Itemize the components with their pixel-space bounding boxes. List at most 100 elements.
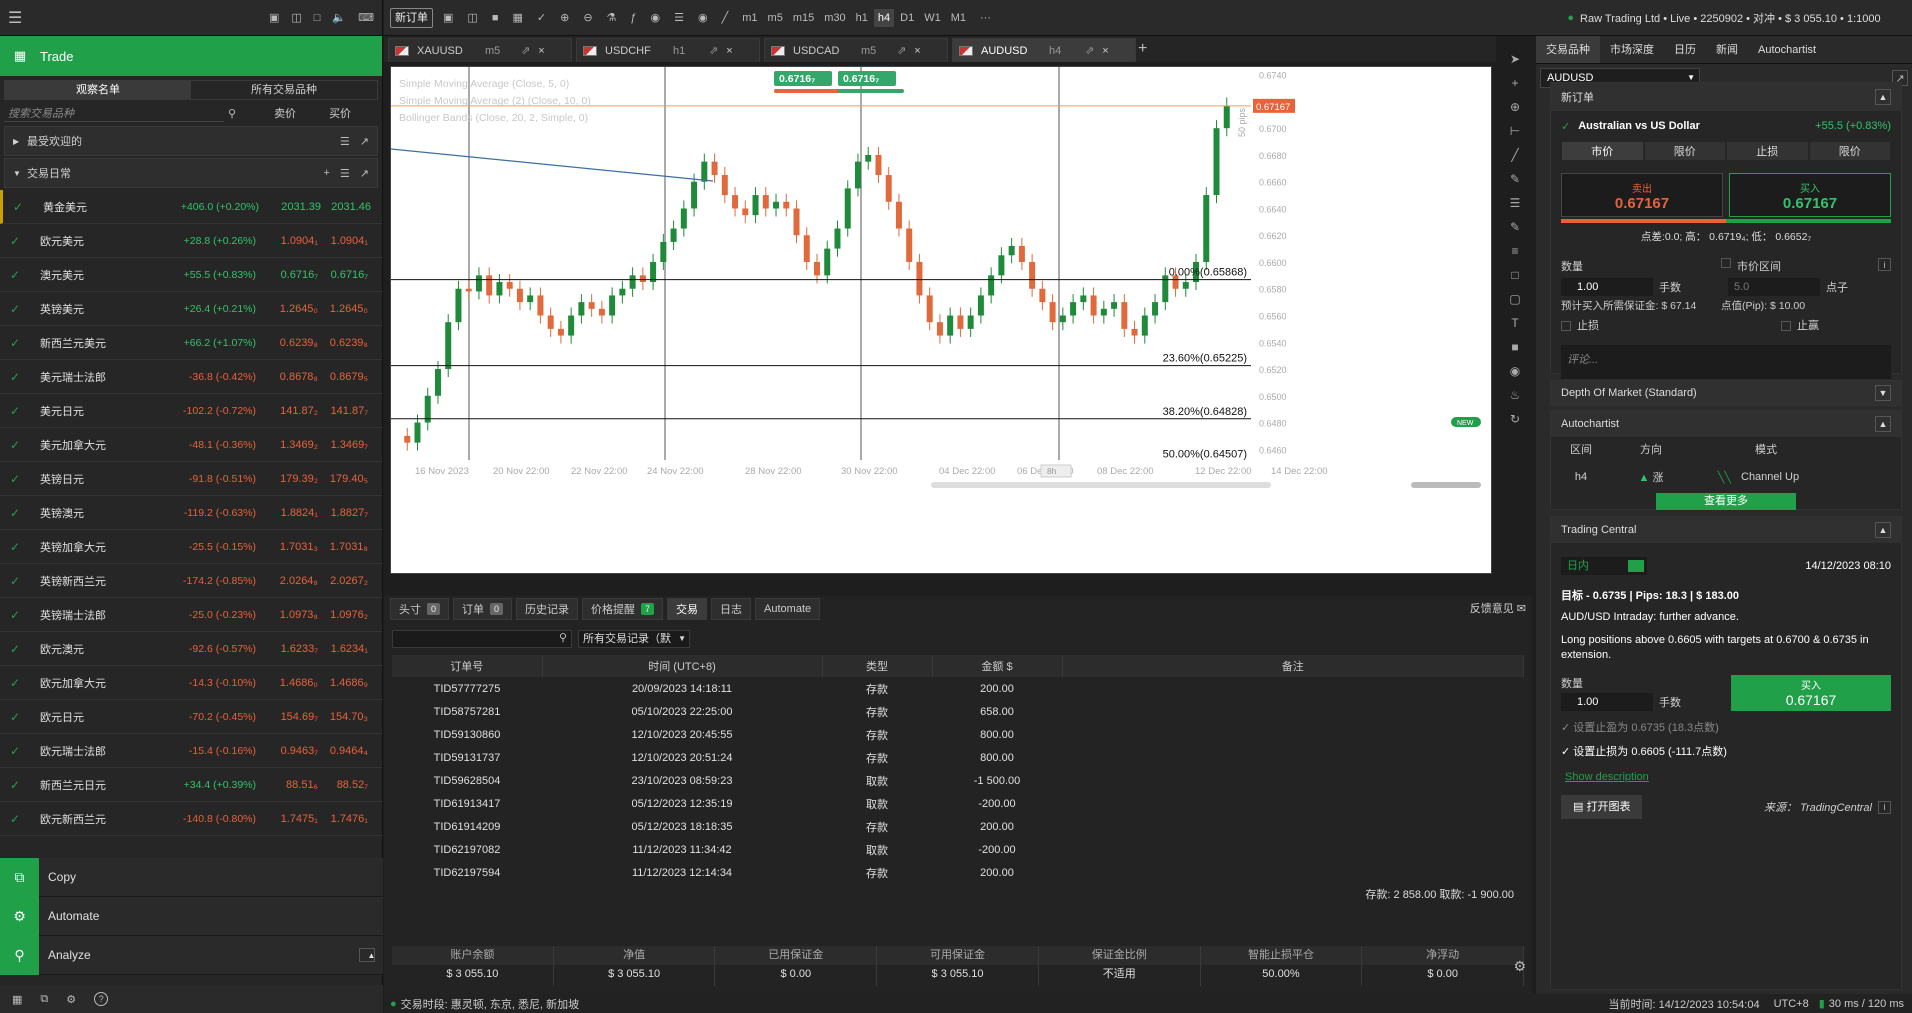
symbol-bid[interactable]: 179.39₂ [256, 473, 318, 485]
range-input[interactable]: 5.0 [1728, 278, 1820, 296]
check-icon[interactable]: ✓ [10, 540, 26, 554]
check-icon[interactable]: ✓ [10, 506, 26, 520]
table-row[interactable]: TID57777275 20/09/2023 14:18:11 存款 200.00 [392, 677, 1524, 700]
draw-icon[interactable]: ✓ [533, 9, 550, 27]
timeframe-m5[interactable]: m5 [764, 9, 787, 27]
info-icon[interactable]: i [1878, 258, 1891, 271]
chart-mode-icon[interactable]: ▣ [439, 9, 457, 27]
tab-timeframe[interactable]: h1 [673, 45, 701, 57]
brush-icon[interactable]: ✎ [1506, 218, 1524, 236]
trade-mode-icon[interactable]: ▦ [12, 993, 22, 1006]
symbol-ask[interactable]: 0.6716₇ [318, 269, 368, 281]
camera-icon[interactable]: ◉ [647, 9, 665, 27]
tab-all-symbols[interactable]: 所有交易品种 [191, 81, 377, 99]
symbol-ask[interactable]: 0.6239₈ [318, 337, 368, 349]
auto-row[interactable]: h4 ▲ 涨 ╲╲ Channel Up [1551, 469, 1901, 485]
indicator-label[interactable]: Simple Moving Average (Close, 5, 0) [399, 78, 569, 90]
check-icon[interactable]: ✓ [10, 472, 26, 486]
chart-tab-audusd[interactable]: AUDUSD h4 ⇗ × [952, 38, 1136, 62]
autochartist-header[interactable]: Autochartist ▲ [1551, 411, 1901, 437]
bottom-tab-3[interactable]: 价格提醒 7 [582, 598, 664, 620]
watchlist-row[interactable]: ✓ 黄金美元 +406.0 (+0.20%) 2031.39 2031.46 [0, 190, 382, 224]
watchlist-row[interactable]: ✓ 美元加拿大元 -48.1 (-0.36%) 1.3469₂ 1.3469₇ [0, 428, 382, 462]
symbol-ask[interactable]: 1.2645₀ [318, 303, 368, 315]
tc-period-toggle[interactable]: 日内 [1561, 557, 1647, 575]
bottom-tab-0[interactable]: 头寸 0 [390, 598, 450, 620]
help-icon[interactable]: ? [94, 992, 109, 1006]
tc-sl-row[interactable]: ✓ 设置止损为 0.6605 (-111.7点数) [1561, 743, 1891, 759]
table-row[interactable]: TID59131737 12/10/2023 20:51:24 存款 800.00 [392, 746, 1524, 769]
y-axis[interactable]: 0.67400.67200.67000.66800.66600.66400.66… [1237, 67, 1491, 460]
bottom-tab-5[interactable]: 日志 [711, 598, 752, 620]
symbol-ask[interactable]: 179.40₅ [318, 473, 368, 485]
menu-icon[interactable]: ☰ [8, 8, 22, 28]
symbol-bid[interactable]: 1.7031₃ [256, 541, 318, 553]
alert-icon[interactable]: ♨ [1506, 386, 1524, 404]
symbol-bid[interactable]: 1.0973₈ [256, 609, 318, 621]
indicator-label[interactable]: Simple Moving Average (2) (Close, 10, 0) [399, 95, 591, 107]
symbol-bid[interactable]: 0.6716₇ [256, 269, 318, 281]
symbol-ask[interactable]: 1.6234₁ [318, 643, 368, 655]
popout-icon[interactable]: ↗ [360, 167, 369, 180]
watchlist-row[interactable]: ✓ 欧元澳元 -92.6 (-0.57%) 1.6233₇ 1.6234₁ [0, 632, 382, 666]
tc-header[interactable]: Trading Central ▲ [1551, 517, 1901, 543]
search-icon[interactable]: ⚲ [228, 107, 236, 120]
check-icon[interactable]: ✓ [10, 676, 26, 690]
indicator-icon[interactable]: ƒ [626, 9, 640, 27]
symbol-ask[interactable]: 1.8827₇ [318, 507, 368, 519]
layout-icon[interactable]: ◫ [291, 11, 301, 24]
tab-watchlist[interactable]: 观察名单 [5, 81, 191, 99]
list-icon[interactable]: ☰ [340, 167, 350, 180]
dom-card[interactable]: Depth Of Market (Standard) ▼ [1550, 380, 1902, 406]
close-icon[interactable]: × [538, 45, 544, 57]
watchlist-row[interactable]: ✓ 美元瑞士法郎 -36.8 (-0.42%) 0.8678₈ 0.8679₅ [0, 360, 382, 394]
cursor-icon[interactable]: ➤ [1506, 50, 1524, 68]
watchlist-row[interactable]: ✓ 欧元美元 +28.8 (+0.26%) 1.0904₁ 1.0904₁ [0, 224, 382, 258]
col-header[interactable]: 订单号 [392, 655, 543, 677]
filter-select[interactable]: 所有交易记录（默 ▼ [578, 630, 690, 648]
timeframe-W1[interactable]: W1 [920, 9, 945, 27]
tab-timeframe[interactable]: m5 [485, 45, 513, 57]
watchlist-row[interactable]: ✓ 新西兰元美元 +66.2 (+1.07%) 0.6239₈ 0.6239₈ [0, 326, 382, 360]
symbol-bid[interactable]: 1.4686₀ [256, 677, 318, 689]
sound-icon[interactable]: 🔈 [332, 11, 346, 24]
table-row[interactable]: TID62197082 11/12/2023 11:34:42 取款 -200.00 [392, 838, 1524, 861]
tc-buy-button[interactable]: 买入 0.67167 [1731, 675, 1891, 711]
account-info[interactable]: ● Raw Trading Ltd • Live • 2250902 • 对冲 … [1536, 0, 1912, 36]
right-tab-3[interactable]: 新闻 [1706, 36, 1748, 63]
line-icon[interactable]: ╱ [718, 9, 733, 27]
collapse-icon[interactable]: ▲ [1875, 89, 1891, 105]
bottom-tab-4[interactable]: 交易 [667, 598, 708, 620]
timeframe-h1[interactable]: h1 [852, 9, 872, 27]
table-row[interactable]: TID59130860 12/10/2023 20:45:55 存款 800.00 [392, 723, 1524, 746]
settings-icon[interactable]: ⚙ [1513, 958, 1526, 975]
window-icon[interactable]: □ [314, 11, 321, 24]
reset-icon[interactable]: ↻ [1506, 410, 1524, 428]
automate-button[interactable]: ⚙ Automate [0, 896, 383, 936]
check-icon[interactable]: ✓ [10, 812, 26, 826]
popout-icon[interactable]: ⇗ [709, 44, 718, 57]
keyboard-icon[interactable]: ⌨ [358, 11, 374, 24]
check-icon[interactable]: ✓ [10, 438, 26, 452]
zoom-in-icon[interactable]: ⊕ [556, 9, 573, 27]
search-input[interactable]: 搜索交易品种 [4, 105, 224, 122]
bottom-tab-6[interactable]: Automate [755, 598, 821, 620]
tp-checkbox[interactable] [1781, 321, 1791, 332]
watchlist-row[interactable]: ✓ 英镑新西兰元 -174.2 (-0.85%) 2.0264₈ 2.0267₂ [0, 564, 382, 598]
timeframe-m15[interactable]: m15 [789, 9, 818, 27]
symbol-ask[interactable]: 1.4686₉ [318, 677, 368, 689]
order-type-3[interactable]: 限价 [1808, 141, 1891, 161]
symbol-ask[interactable]: 141.87₇ [318, 405, 368, 417]
timeframe-M1[interactable]: M1 [947, 9, 970, 27]
symbol-ask[interactable]: 2031.46 [321, 201, 371, 213]
symbol-bid[interactable]: 0.9463₇ [256, 745, 318, 757]
symbol-bid[interactable]: 2.0264₈ [256, 575, 318, 587]
fill-icon[interactable]: ■ [1506, 338, 1524, 356]
symbol-bid[interactable]: 1.7475₁ [256, 813, 318, 825]
settings-icon[interactable]: ⚙ [66, 993, 76, 1006]
more-icon[interactable]: ··· [976, 9, 995, 27]
right-tab-4[interactable]: Autochartist [1748, 36, 1826, 63]
symbol-ask[interactable]: 1.0976₂ [318, 609, 368, 621]
tp-toggle[interactable]: 止赢 [1781, 317, 1819, 333]
multi-chart-icon[interactable]: ▦ [508, 9, 526, 27]
